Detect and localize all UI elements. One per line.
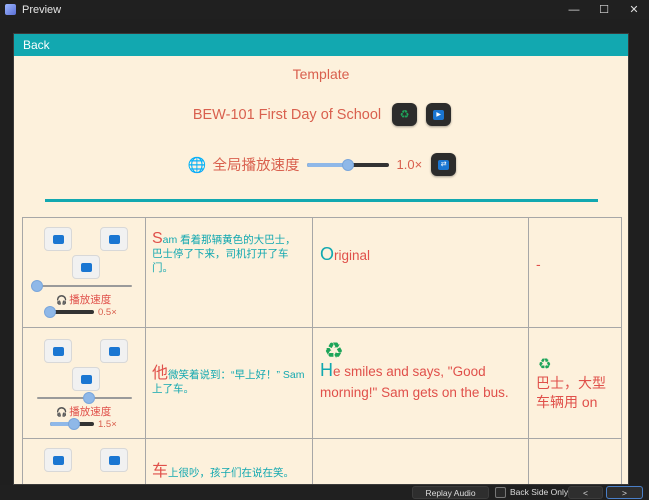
window-titlebar: Preview — ☐ ✕ — [0, 0, 649, 19]
row-speed-label: 🎧 播放速度 — [56, 294, 112, 306]
global-speed-knob[interactable] — [341, 158, 354, 171]
window-title: Preview — [22, 3, 62, 16]
replay-audio-button[interactable]: Replay Audio — [412, 486, 489, 499]
front-cell: 车上很吵，孩子们在说在笑。 — [145, 438, 313, 484]
extra-text: 巴士，大型车辆用 on — [536, 375, 606, 410]
recycle-icon: ♻ — [399, 109, 410, 121]
play-icon — [80, 374, 92, 384]
audio-controls: 🎧 播放速度 1.5× — [22, 327, 146, 439]
global-speed-row: 🌐 全局播放速度 1.0× ⇄ — [14, 153, 628, 176]
prev-audio-button[interactable] — [44, 339, 72, 363]
extra-text: - — [536, 256, 541, 272]
global-speed-label: 全局播放速度 — [212, 158, 300, 174]
play-deck-button[interactable]: ▶ — [426, 103, 452, 126]
row-speed-value: 1.5× — [98, 419, 117, 430]
minimize-button[interactable]: — — [559, 0, 589, 19]
play-audio-button[interactable] — [72, 367, 100, 391]
headphones-icon: 🎧 — [56, 295, 68, 305]
row-speed-knob[interactable] — [68, 418, 80, 430]
bottom-bar: Replay Audio Back Side Only < > — [0, 485, 649, 500]
extra-cell: - — [528, 217, 622, 328]
arrow-right-icon — [108, 234, 120, 244]
front-cell: Sam 看着那辆黄色的大巴士，巴士停了下来，司机打开了车门。 — [145, 217, 313, 328]
row-speed-value: 0.5× — [98, 307, 117, 318]
global-speed-value: 1.0× — [396, 157, 423, 172]
table-row: 🎧 播放速度 1.5× 他微笑着说到：“早上好！” Sam 上了车。 ♻ He s… — [22, 327, 622, 439]
front-text: Sam 看着那辆黄色的大巴士，巴士停了下来，司机打开了车门。 — [152, 230, 296, 275]
previous-card-button[interactable]: < — [568, 486, 603, 499]
table-row: 车上很吵，孩子们在说在笑。 — [22, 438, 622, 484]
back-label: Back — [23, 38, 50, 52]
shuffle-button[interactable]: ♻ — [392, 103, 418, 126]
next-audio-button[interactable] — [100, 448, 128, 472]
repeat-button[interactable]: ⇄ — [431, 153, 457, 176]
front-text: 他微笑着说到：“早上好！” Sam 上了车。 — [152, 365, 305, 396]
prev-audio-button[interactable] — [44, 227, 72, 251]
arrow-left-icon — [52, 455, 64, 465]
back-text: Original — [320, 244, 371, 264]
preview-frame: Back Template BEW-101 First Day of Schoo… — [13, 33, 629, 485]
headphones-icon: 🎧 — [56, 407, 68, 417]
app-icon — [5, 4, 16, 15]
back-cell — [312, 438, 529, 484]
extra-cell: ♻ 巴士，大型车辆用 on — [528, 327, 622, 439]
audio-progress-knob[interactable] — [83, 392, 95, 404]
next-card-button[interactable]: > — [606, 486, 643, 499]
audio-controls: 🎧 播放速度 0.5× — [22, 217, 146, 328]
play-audio-button[interactable] — [72, 255, 100, 279]
cards-table: 🎧 播放速度 0.5× Sam 看着那辆黄色的大巴士，巴士停了下来，司机打开了车门… — [22, 217, 622, 484]
template-title: Template — [292, 66, 350, 82]
next-audio-button[interactable] — [100, 339, 128, 363]
back-cell: ♻ He smiles and says, "Good morning!" Sa… — [312, 327, 529, 439]
deck-name: BEW-101 First Day of School — [192, 106, 382, 123]
row-speed-slider[interactable] — [50, 418, 94, 430]
window-controls: — ☐ ✕ — [559, 0, 649, 19]
deck-row: BEW-101 First Day of School ♻ ▶ — [14, 103, 628, 126]
section-divider — [45, 199, 598, 202]
row-speed-label: 🎧 播放速度 — [56, 406, 112, 418]
globe-icon: 🌐 — [187, 155, 207, 174]
global-speed-slider[interactable] — [306, 158, 389, 171]
arrow-right-icon — [108, 455, 120, 465]
extra-cell — [528, 438, 622, 484]
audio-progress-knob[interactable] — [31, 280, 43, 292]
repeat-icon: ⇄ — [438, 159, 450, 170]
front-text: 车上很吵，孩子们在说在笑。 — [152, 463, 295, 480]
close-button[interactable]: ✕ — [619, 0, 649, 19]
recycle-icon: ♻ — [538, 356, 552, 373]
front-cell: 他微笑着说到：“早上好！” Sam 上了车。 — [145, 327, 313, 439]
back-side-only-label: Back Side Only — [510, 487, 569, 497]
maximize-button[interactable]: ☐ — [589, 0, 619, 19]
row-speed-knob[interactable] — [44, 306, 56, 318]
back-text: He smiles and says, "Good morning!" Sam … — [320, 360, 509, 400]
play-icon — [80, 262, 92, 272]
audio-progress-slider[interactable] — [37, 392, 132, 404]
audio-progress-slider[interactable] — [31, 280, 132, 292]
table-row: 🎧 播放速度 0.5× Sam 看着那辆黄色的大巴士，巴士停了下来，司机打开了车门… — [22, 217, 622, 328]
back-side-only-checkbox[interactable] — [495, 487, 506, 498]
arrow-right-icon — [108, 346, 120, 356]
prev-audio-button[interactable] — [44, 448, 72, 472]
play-icon: ▶ — [433, 109, 445, 120]
row-speed-slider[interactable] — [44, 306, 94, 318]
back-cell: Original — [312, 217, 529, 328]
arrow-left-icon — [52, 234, 64, 244]
arrow-left-icon — [52, 346, 64, 356]
audio-controls — [22, 438, 146, 484]
next-audio-button[interactable] — [100, 227, 128, 251]
back-button[interactable]: Back — [14, 34, 628, 56]
